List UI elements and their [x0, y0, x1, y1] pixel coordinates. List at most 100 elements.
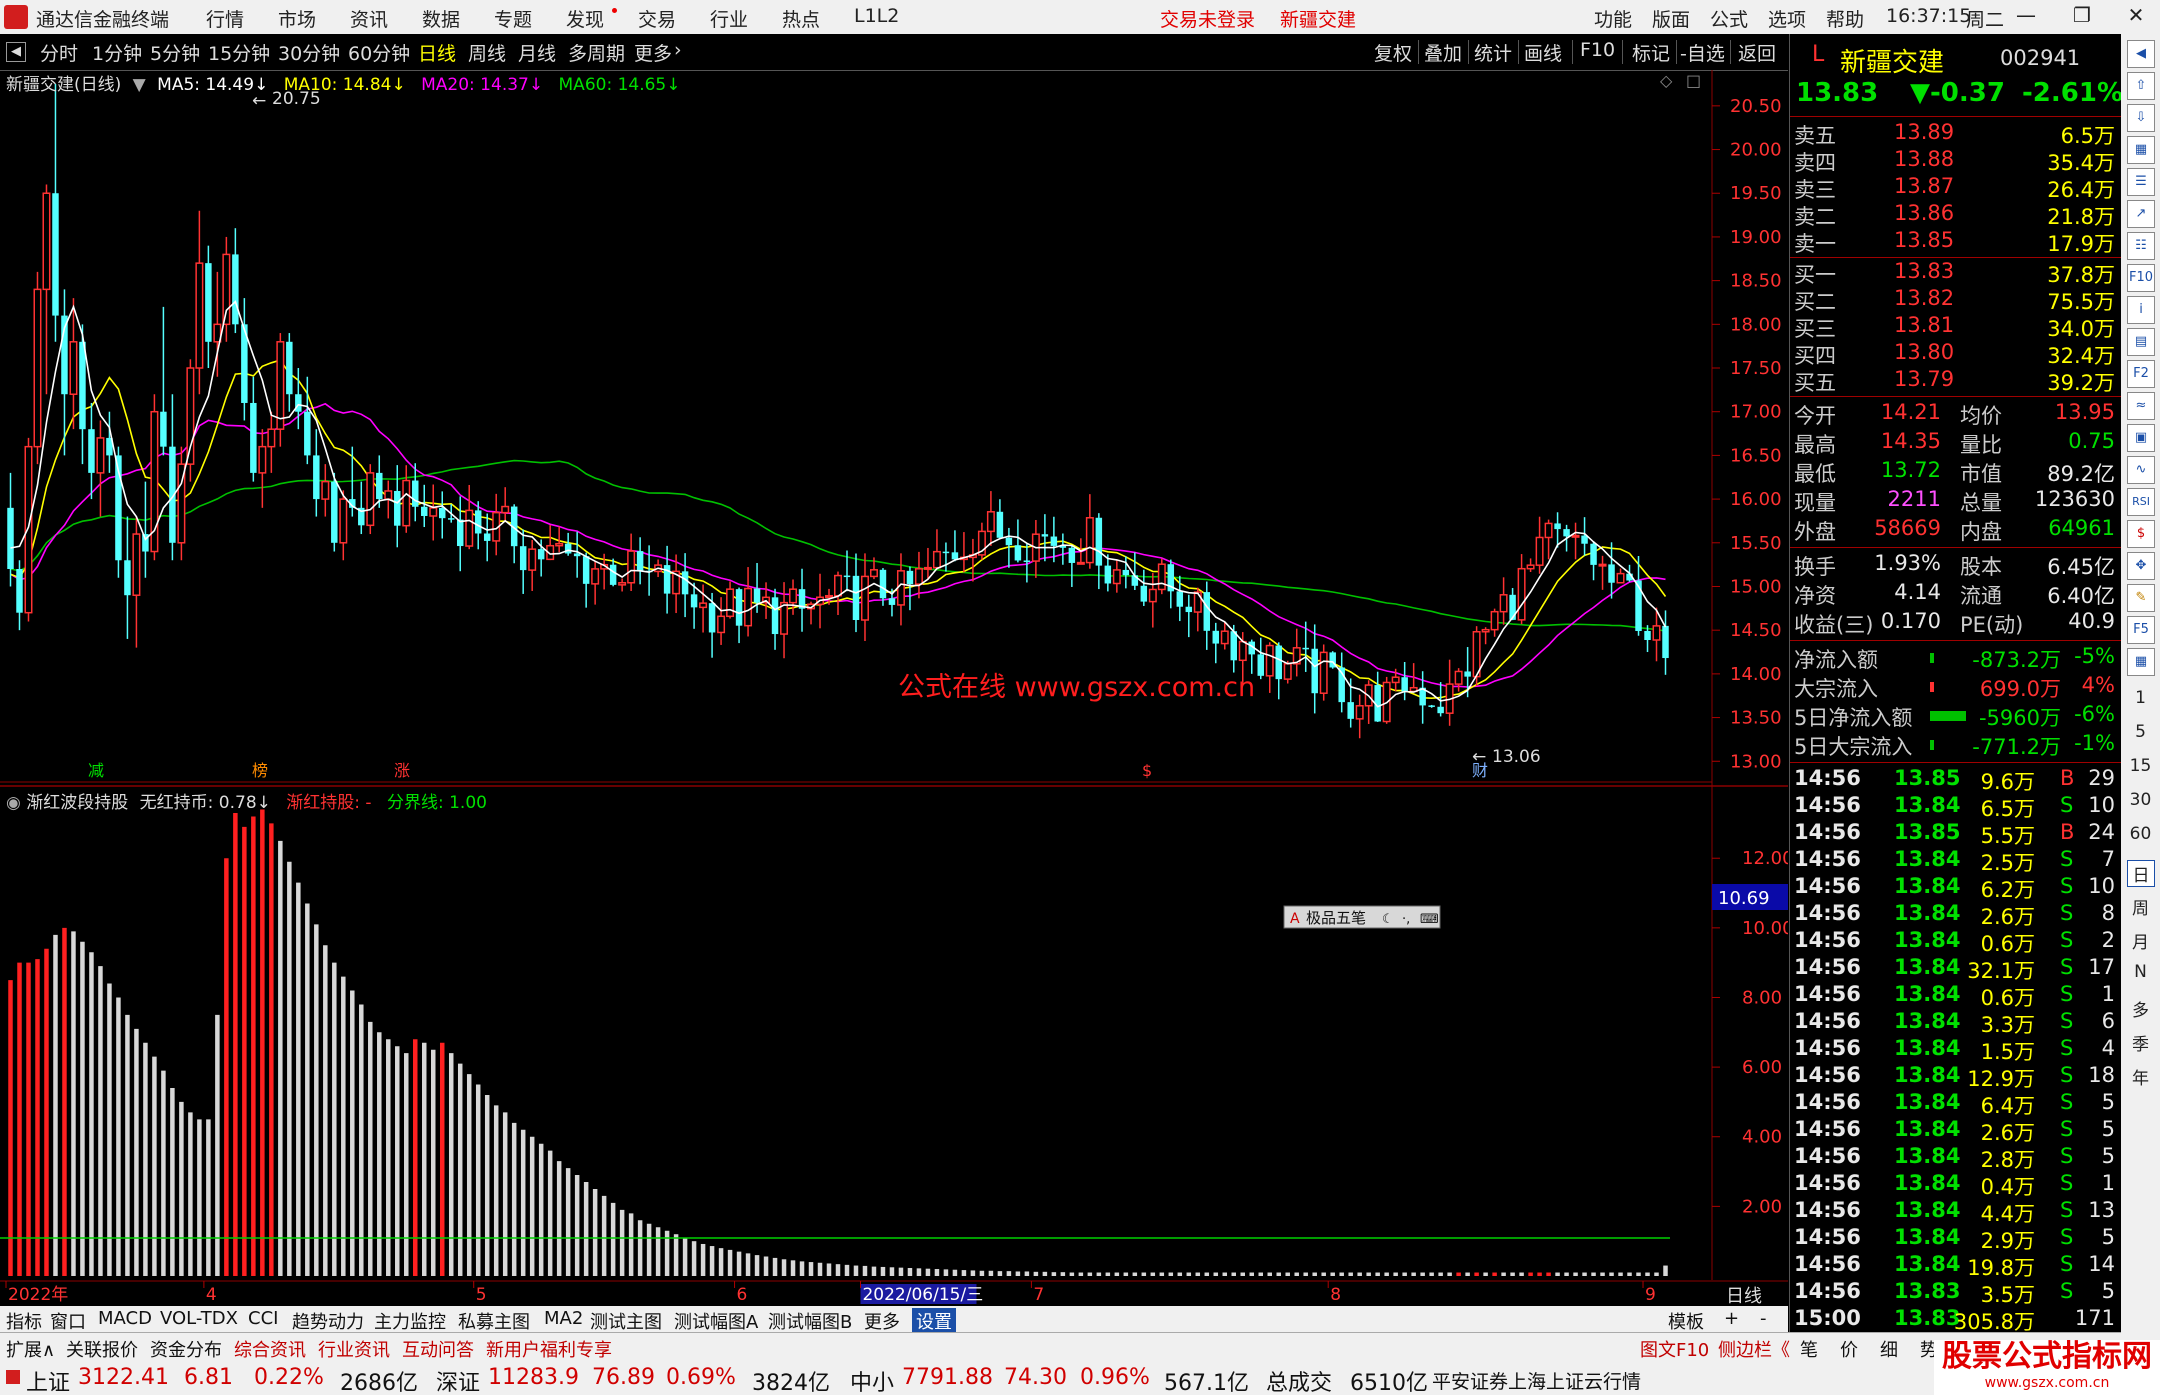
tab-test-main[interactable]: 测试主图 — [590, 1308, 662, 1334]
period-year[interactable]: 年 — [2121, 1064, 2160, 1089]
fund-flow-row[interactable]: 5日大宗流入 -771.2万 -1% — [1790, 731, 2121, 759]
marker-rise[interactable]: 涨 — [394, 761, 410, 780]
period-30min[interactable]: 30 — [2121, 790, 2160, 810]
f2-icon[interactable]: F2 — [2127, 360, 2155, 388]
ask-level[interactable]: 卖二 13.86 21.8万 — [1790, 201, 2121, 229]
period-5min[interactable]: 5 — [2121, 722, 2160, 742]
chart-line-icon[interactable]: ↗ — [2127, 200, 2155, 228]
period-week[interactable]: 周 — [2121, 894, 2160, 919]
toolbar-collapse-icon[interactable]: ◀ — [2127, 40, 2155, 68]
zoom-out-button[interactable]: - — [1760, 1308, 1767, 1329]
menu-layout[interactable]: 版面 — [1652, 5, 1690, 32]
close-icon[interactable]: ✕ — [2118, 3, 2154, 29]
menu-l1l2[interactable]: L1L2 — [854, 5, 899, 27]
menu-function[interactable]: 功能 — [1594, 5, 1632, 32]
ask-level[interactable]: 卖四 13.88 35.4万 — [1790, 147, 2121, 175]
tick-row[interactable]: 14:56 13.84 0.6万 S 1 — [1790, 982, 2121, 1010]
tab-cci[interactable]: CCI — [248, 1308, 278, 1329]
f5-icon[interactable]: F5 — [2127, 616, 2155, 644]
fund-flow-row[interactable]: 5日净流入额 -5960万 -6% — [1790, 702, 2121, 730]
period-tab-60min[interactable]: 60分钟 — [348, 39, 410, 66]
menu-help[interactable]: 帮助 — [1826, 5, 1864, 32]
overlay-button[interactable]: 叠加 — [1424, 39, 1462, 66]
rsi-small-icon[interactable]: ≈ — [2127, 392, 2155, 420]
bid-level[interactable]: 买一 13.83 37.8万 — [1790, 259, 2121, 287]
list-icon[interactable]: ☰ — [2127, 168, 2155, 196]
minimize-icon[interactable]: — — [2008, 3, 2044, 29]
tab-main-monitor[interactable]: 主力监控 — [374, 1308, 446, 1334]
tab-more[interactable]: 更多 — [864, 1308, 900, 1334]
stat-row[interactable]: 最高 14.35 量比 0.75 — [1790, 429, 2121, 457]
remove-watchlist-button[interactable]: -自选 — [1680, 39, 1725, 66]
period-tab-15min[interactable]: 15分钟 — [208, 39, 270, 66]
ask-level[interactable]: 卖三 13.87 26.4万 — [1790, 174, 2121, 202]
arrow-down-icon[interactable]: ⇩ — [2127, 104, 2155, 132]
menu-discover[interactable]: 发现 — [566, 5, 604, 32]
period-tab-30min[interactable]: 30分钟 — [278, 39, 340, 66]
stat-row[interactable]: 今开 14.21 均价 13.95 — [1790, 400, 2121, 428]
tick-row[interactable]: 14:56 13.84 2.6万 S 5 — [1790, 1117, 2121, 1145]
ext-fund-distribution[interactable]: 资金分布 — [150, 1336, 222, 1362]
tab-vol-tdx[interactable]: VOL-TDX — [160, 1308, 238, 1329]
menu-data[interactable]: 数据 — [422, 5, 460, 32]
tick-row[interactable]: 14:56 13.84 6.2万 S 10 — [1790, 874, 2121, 902]
pane-maximize-icon[interactable]: □ — [1686, 71, 1701, 90]
ask-level[interactable]: 卖五 13.89 6.5万 — [1790, 120, 2121, 148]
tick-row[interactable]: 14:56 13.85 9.6万 B 29 — [1790, 766, 2121, 794]
ext-tab-detail[interactable]: 细 — [1880, 1336, 1898, 1362]
stat-row[interactable]: 最低 13.72 市值 89.2亿 — [1790, 458, 2121, 486]
tab-indicator[interactable]: 指标 — [6, 1308, 42, 1334]
info-icon[interactable]: i — [2127, 296, 2155, 324]
ext-qa[interactable]: 互动问答 — [402, 1336, 474, 1362]
period-tab-1min[interactable]: 1分钟 — [92, 39, 142, 66]
ext-related-quotes[interactable]: 关联报价 — [66, 1336, 138, 1362]
tab-test-sub-a[interactable]: 测试幅图A — [674, 1308, 758, 1334]
fund-flow-row[interactable]: 净流入额 -873.2万 -5% — [1790, 644, 2121, 672]
server-name[interactable]: 平安证券上海上证云行情 — [1432, 1367, 1641, 1394]
menu-trade[interactable]: 交易 — [638, 5, 676, 32]
indicator-wave-icon[interactable]: ∿ — [2127, 456, 2155, 484]
sme-index-label[interactable]: 中小 — [850, 1365, 894, 1395]
move-icon[interactable]: ✥ — [2127, 552, 2155, 580]
period-day[interactable]: 日 — [2127, 860, 2155, 887]
ext-news[interactable]: 综合资讯 — [234, 1336, 306, 1362]
tick-row[interactable]: 14:56 13.83 3.5万 S 5 — [1790, 1279, 2121, 1307]
mark-button[interactable]: 标记 — [1632, 39, 1670, 66]
restore-icon[interactable]: ❐ — [2064, 3, 2100, 29]
tick-row[interactable]: 14:56 13.84 2.9万 S 5 — [1790, 1225, 2121, 1253]
zoom-in-button[interactable]: + — [1724, 1308, 1739, 1329]
back-button[interactable]: 返回 — [1738, 39, 1776, 66]
tick-row[interactable]: 14:56 13.84 1.5万 S 4 — [1790, 1036, 2121, 1064]
tick-row[interactable]: 14:56 13.84 2.6万 S 8 — [1790, 901, 2121, 929]
tab-trend-power[interactable]: 趋势动力 — [292, 1308, 364, 1334]
panel-toggle-icon[interactable]: ◀ — [6, 42, 26, 62]
table-icon[interactable]: ▦ — [2127, 136, 2155, 164]
kline-chart-area[interactable]: 13.00 13.50 14.00 14.50 15.00 15.50 16.00 16.50… — [0, 70, 1788, 1306]
template-button[interactable]: 模板 — [1668, 1308, 1704, 1334]
tab-macd[interactable]: MACD — [98, 1308, 152, 1329]
menu-news[interactable]: 资讯 — [350, 5, 388, 32]
ext-f10-graphic[interactable]: 图文F10 — [1640, 1336, 1709, 1362]
adjust-button[interactable]: 复权 — [1374, 39, 1412, 66]
f10-icon[interactable]: F10 — [2127, 264, 2155, 292]
period-tab-weekly[interactable]: 周线 — [468, 39, 506, 66]
menu-quotes[interactable]: 行情 — [206, 5, 244, 32]
stat-row[interactable]: 净资 4.14 流通 6.40亿 — [1790, 580, 2121, 608]
grid-icon[interactable]: ☷ — [2127, 232, 2155, 260]
menu-hot[interactable]: 热点 — [782, 5, 820, 32]
tick-row[interactable]: 14:56 13.84 19.8万 S 14 — [1790, 1252, 2121, 1280]
draw-button[interactable]: 画线 — [1524, 39, 1562, 66]
period-15min[interactable]: 15 — [2121, 756, 2160, 776]
tab-window[interactable]: 窗口 — [50, 1308, 86, 1334]
period-tab-5min[interactable]: 5分钟 — [150, 39, 200, 66]
statistics-button[interactable]: 统计 — [1474, 39, 1512, 66]
menu-industry[interactable]: 行业 — [710, 5, 748, 32]
tick-row[interactable]: 14:56 13.84 0.4万 S 1 — [1790, 1171, 2121, 1199]
marker-finance[interactable]: 财 — [1472, 761, 1488, 780]
tick-row[interactable]: 14:56 13.84 3.3万 S 6 — [1790, 1009, 2121, 1037]
bid-level[interactable]: 买二 13.82 75.5万 — [1790, 286, 2121, 314]
ask-level[interactable]: 卖一 13.85 17.9万 — [1790, 228, 2121, 256]
period-tab-more[interactable]: 更多 — [634, 39, 672, 66]
f10-button[interactable]: F10 — [1580, 39, 1615, 61]
tick-row[interactable]: 14:56 13.84 12.9万 S 18 — [1790, 1063, 2121, 1091]
